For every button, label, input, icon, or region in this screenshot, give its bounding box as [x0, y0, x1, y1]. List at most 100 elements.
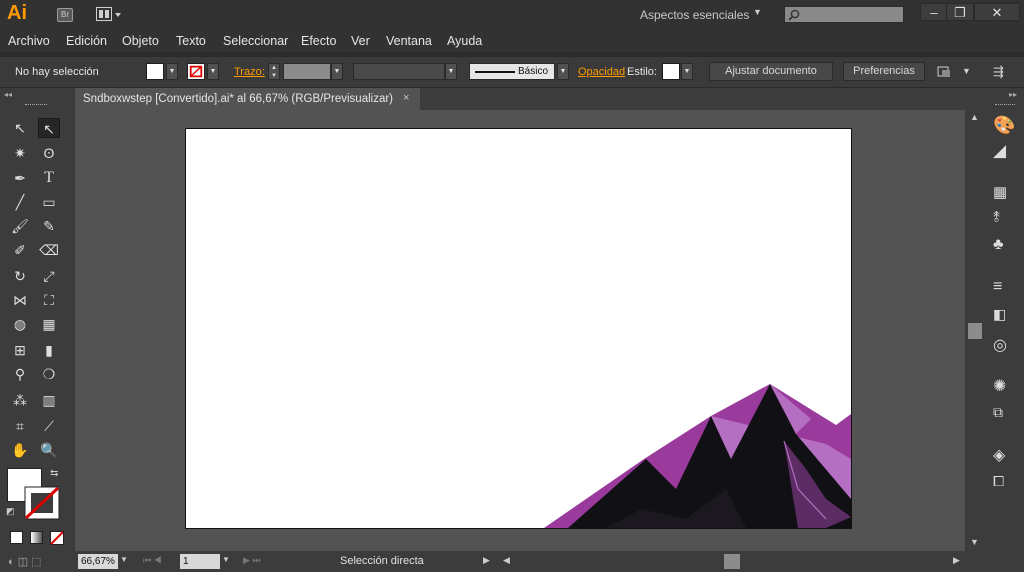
isolate-icon[interactable]	[937, 65, 957, 79]
preferences-button[interactable]: Preferencias	[843, 62, 925, 81]
transparency-icon[interactable]: ◎	[993, 335, 1015, 357]
document-tab[interactable]: Sndboxwstep [Convertido].ai* al 66,67% (…	[75, 88, 420, 110]
menu-texto[interactable]: Texto	[176, 34, 206, 48]
brush-field[interactable]: Básico	[469, 63, 555, 80]
stroke-none-swatch[interactable]	[187, 63, 205, 80]
pencil-tool-icon[interactable]: ✎	[38, 216, 60, 236]
restore-button[interactable]: ❐	[946, 3, 974, 21]
gradient-mode-icon[interactable]	[30, 531, 43, 544]
collapse-icon[interactable]: ◂◂	[4, 90, 12, 99]
artboard-tool-icon[interactable]: ⌗	[9, 416, 31, 436]
grip-icon[interactable]	[995, 104, 1015, 105]
fill-swatch[interactable]	[146, 63, 164, 80]
first-artboard-icon[interactable]: ⏮ ◀	[143, 555, 162, 566]
gradient-tool-icon[interactable]: ▮	[38, 340, 60, 360]
blend-tool-icon[interactable]: ❍	[38, 364, 60, 384]
panel-menu-icon[interactable]: ⇶	[993, 64, 1004, 80]
chevron-down-icon[interactable]: ▼	[962, 66, 971, 76]
menu-edicion[interactable]: Edición	[66, 34, 107, 48]
artboard-number-field[interactable]: 1	[180, 554, 220, 569]
last-artboard-icon[interactable]: ▶ ⏭	[243, 555, 261, 566]
gradient-panel-icon[interactable]: ◧	[993, 306, 1015, 328]
lasso-tool-icon[interactable]: ʘ	[38, 143, 60, 163]
pen-tool-icon[interactable]: ✒	[9, 168, 31, 188]
menu-ver[interactable]: Ver	[351, 34, 370, 48]
canvas-area[interactable]	[75, 110, 965, 551]
rotate-tool-icon[interactable]: ↻	[9, 266, 31, 286]
blob-brush-tool-icon[interactable]: ✐	[9, 240, 31, 260]
eraser-tool-icon[interactable]: ⌫	[38, 240, 60, 260]
stroke-color-swatch[interactable]	[24, 486, 60, 520]
expand-panels-icon[interactable]: ▸▸	[1009, 90, 1017, 99]
menu-archivo[interactable]: Archivo	[8, 34, 50, 48]
type-tool-icon[interactable]: T	[38, 168, 60, 188]
status-menu-icon[interactable]: ▶	[483, 555, 490, 566]
swap-colors-icon[interactable]: ⇆	[50, 468, 58, 479]
artboards-panel-icon[interactable]: ⧠	[993, 473, 1015, 495]
scroll-left-icon[interactable]: ◀	[503, 555, 510, 566]
hscroll-thumb[interactable]	[724, 554, 740, 569]
perspective-grid-tool-icon[interactable]: ▦	[38, 314, 60, 334]
eyedropper-tool-icon[interactable]: ⚲	[9, 364, 31, 384]
stroke-dropdown[interactable]: ▼	[207, 63, 219, 80]
stroke-weight-stepper[interactable]: ▲ ▼	[268, 63, 280, 80]
vertical-scrollbar[interactable]: ▲ ▼	[965, 110, 985, 551]
brushes-icon[interactable]: ⥉	[993, 209, 1015, 231]
variable-width-field[interactable]	[353, 63, 445, 80]
menu-objeto[interactable]: Objeto	[122, 34, 159, 48]
none-mode-icon[interactable]	[50, 531, 64, 545]
draw-mode-icon[interactable]: ◐ ◫ ⬚	[8, 555, 42, 568]
grip-icon[interactable]	[25, 104, 47, 106]
free-transform-tool-icon[interactable]: ⛶	[38, 290, 60, 310]
default-colors-icon[interactable]: ◩	[6, 506, 15, 517]
stroke-weight-field[interactable]	[283, 63, 331, 80]
zoom-tool-icon[interactable]: 🔍	[38, 440, 60, 460]
menu-ventana[interactable]: Ventana	[386, 34, 432, 48]
bridge-button[interactable]: Br	[57, 8, 73, 22]
color-mode-icon[interactable]	[10, 531, 23, 544]
stroke-panel-icon[interactable]: ≡	[993, 278, 1015, 300]
scroll-right-icon[interactable]: ▶	[953, 555, 960, 566]
document-setup-button[interactable]: Ajustar documento	[709, 62, 833, 81]
scroll-down-icon[interactable]: ▼	[970, 537, 979, 547]
stroke-label[interactable]: Trazo:	[234, 66, 265, 78]
fill-dropdown[interactable]: ▼	[166, 63, 178, 80]
shape-builder-tool-icon[interactable]: ◍	[9, 314, 31, 334]
hand-tool-icon[interactable]: ✋	[9, 440, 31, 460]
line-tool-icon[interactable]: ╱	[9, 192, 31, 212]
chevron-down-icon[interactable]: ▼	[753, 7, 762, 17]
width-tool-icon[interactable]: ⋈	[9, 290, 31, 310]
mesh-tool-icon[interactable]: ⊞	[9, 340, 31, 360]
close-tab-icon[interactable]: ×	[403, 92, 409, 104]
slice-tool-icon[interactable]: ⟋	[38, 416, 60, 436]
scroll-thumb[interactable]	[968, 323, 982, 339]
arrange-documents-icon[interactable]	[96, 7, 122, 22]
symbol-sprayer-tool-icon[interactable]: ⁂	[9, 390, 31, 410]
rectangle-tool-icon[interactable]: ▭	[38, 192, 60, 212]
variable-width-dropdown[interactable]: ▼	[445, 63, 457, 80]
menu-seleccionar[interactable]: Seleccionar	[223, 34, 288, 48]
color-panel-icon[interactable]: 🎨	[993, 115, 1015, 137]
symbols-icon[interactable]: ♣	[993, 236, 1015, 258]
opacity-label[interactable]: Opacidad	[578, 66, 625, 78]
workspace-switcher[interactable]: Aspectos esenciales	[640, 8, 749, 22]
paintbrush-tool-icon[interactable]: 🖌	[9, 216, 31, 236]
scroll-up-icon[interactable]: ▲	[970, 112, 979, 122]
search-input[interactable]	[784, 6, 904, 23]
minimize-button[interactable]: –	[920, 3, 948, 21]
menu-ayuda[interactable]: Ayuda	[447, 34, 482, 48]
artboard[interactable]	[185, 128, 852, 529]
selection-tool-icon[interactable]: ↖	[9, 118, 31, 138]
zoom-dropdown[interactable]: ▼	[120, 555, 128, 564]
horizontal-scrollbar[interactable]: ◀ ▶	[500, 551, 965, 572]
graphic-style-dropdown[interactable]: ▼	[681, 63, 693, 80]
layers-icon[interactable]: ◈	[993, 445, 1015, 467]
mountain-artwork[interactable]	[186, 129, 851, 528]
stroke-weight-dropdown[interactable]: ▼	[331, 63, 343, 80]
magic-wand-tool-icon[interactable]: ✷	[9, 143, 31, 163]
menu-efecto[interactable]: Efecto	[301, 34, 336, 48]
close-window-button[interactable]: ✕	[974, 3, 1020, 21]
artboard-dropdown[interactable]: ▼	[222, 555, 230, 564]
scale-tool-icon[interactable]: ⤢	[38, 266, 60, 286]
brush-dropdown[interactable]: ▼	[557, 63, 569, 80]
